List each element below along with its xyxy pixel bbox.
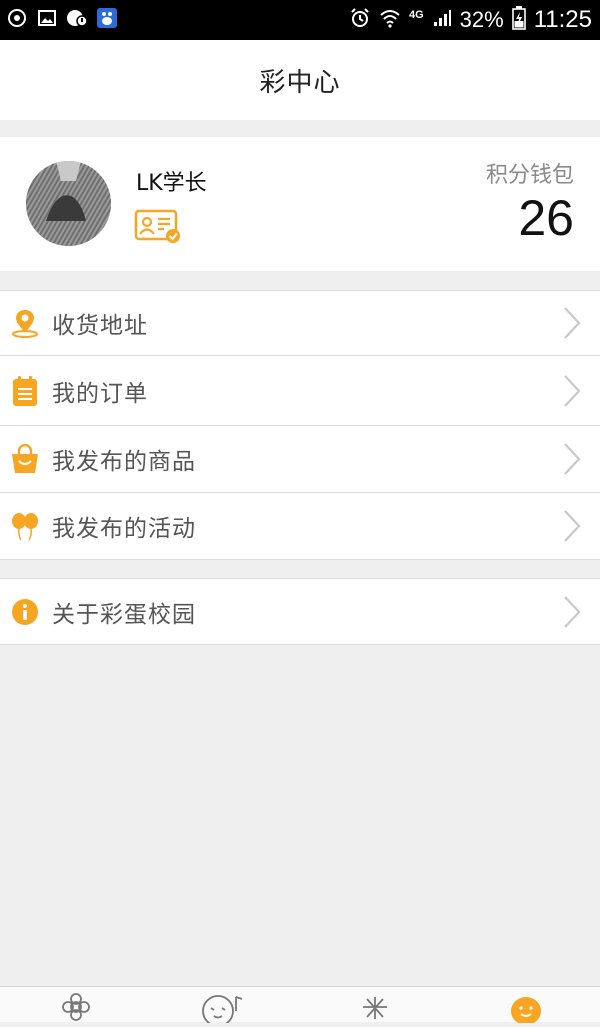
signal-icon (432, 8, 452, 33)
wifi-icon (379, 7, 401, 34)
wallet-label: 积分钱包 (485, 163, 574, 188)
tab-home[interactable] (56, 993, 96, 1023)
bottom-tab-bar (0, 986, 600, 1027)
chevron-right-icon (562, 442, 582, 476)
chat-face-icon (202, 995, 243, 1027)
sync-icon (6, 7, 28, 29)
notification-icons (6, 7, 118, 29)
menu-item-label: 收货地址 (52, 313, 148, 339)
menu-item-address[interactable]: 收货地址 (0, 291, 600, 356)
menu-item-my-activities[interactable]: 我发布的活动 (0, 493, 600, 559)
username: LK学长 (136, 171, 207, 196)
chevron-right-icon (562, 306, 582, 340)
clock: 11:25 (533, 6, 592, 33)
status-bar: 4G 32% 11:25 (0, 0, 600, 40)
battery-icon (511, 5, 526, 35)
tab-discover[interactable] (355, 993, 395, 1023)
baidu-icon (96, 7, 118, 29)
title-bar: 彩中心 (0, 40, 600, 120)
wallet-points[interactable]: 26 (518, 189, 574, 247)
gallery-icon (36, 7, 58, 29)
system-status: 4G 32% 11:25 (349, 5, 592, 35)
shopping-bag-icon (10, 444, 40, 474)
chevron-right-icon (562, 509, 582, 543)
info-icon (10, 597, 40, 627)
menu-list: 收货地址 我的订单 我发布的商品 我发布的活动 (0, 290, 600, 560)
egg-face-icon (511, 997, 541, 1025)
about-group: 关于彩蛋校园 (0, 578, 600, 645)
balloons-icon (10, 511, 40, 541)
menu-item-label: 我的订单 (52, 380, 148, 407)
chevron-right-icon (562, 595, 582, 629)
menu-item-my-products[interactable]: 我发布的商品 (0, 426, 600, 493)
menu-item-about[interactable]: 关于彩蛋校园 (0, 579, 600, 644)
menu-item-label: 我发布的活动 (52, 516, 196, 542)
message-alert-icon (66, 7, 88, 29)
battery-percent: 32% (459, 7, 504, 32)
profile-card[interactable]: LK学长 积分钱包 26 (0, 137, 600, 271)
sparkle-icon (363, 997, 387, 1019)
clipboard-icon (10, 375, 40, 406)
menu-item-label: 关于彩蛋校园 (52, 601, 196, 628)
chevron-right-icon (562, 374, 582, 408)
avatar[interactable] (26, 161, 111, 246)
network-type: 4G (408, 9, 424, 21)
location-pin-icon (10, 308, 40, 338)
tab-chat[interactable] (200, 993, 243, 1027)
verified-id-icon (134, 209, 182, 245)
page-title: 彩中心 (259, 67, 341, 98)
menu-item-orders[interactable]: 我的订单 (0, 356, 600, 426)
menu-item-label: 我发布的商品 (52, 449, 196, 475)
alarm-icon (349, 7, 371, 34)
flower-icon (62, 993, 90, 1021)
tab-profile[interactable] (506, 993, 546, 1025)
